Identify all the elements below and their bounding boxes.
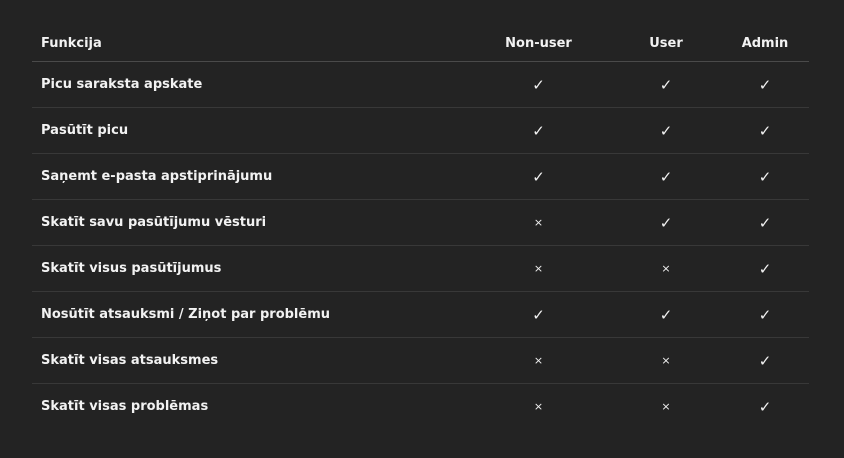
user-mark: ✓: [659, 213, 673, 232]
nonuser-mark: ✓: [532, 305, 545, 324]
user-mark: ✓: [659, 121, 673, 140]
column-header-admin: Admin: [741, 36, 789, 51]
table-row: Skatīt savu pasūtījumu vēsturi × ✓ ✓: [32, 200, 809, 246]
admin-cell: ✓: [687, 398, 809, 416]
table-row: Picu saraksta apskate ✓ ✓ ✓: [32, 62, 809, 108]
table-row: Saņemt e-pasta apstiprinājumu ✓ ✓ ✓: [32, 154, 809, 200]
admin-mark: ✓: [758, 397, 772, 416]
row-label: Skatīt savu pasūtījumu vēsturi: [41, 215, 267, 230]
admin-mark: ✓: [758, 259, 772, 278]
user-cell: ✓: [645, 76, 687, 94]
row-label: Nosūtīt atsauksmi / Ziņot par problēmu: [41, 307, 331, 322]
nonuser-cell: ✓: [432, 168, 645, 186]
nonuser-cell: ×: [432, 261, 645, 276]
admin-cell: ✓: [687, 122, 809, 140]
nonuser-mark: ×: [533, 354, 544, 367]
admin-cell: ✓: [687, 306, 809, 324]
user-cell: ×: [645, 261, 687, 276]
admin-cell: ✓: [687, 352, 809, 370]
row-label: Skatīt visas problēmas: [41, 399, 209, 414]
nonuser-mark: ✓: [532, 167, 545, 186]
table-header-row: Funkcija Non-user User Admin: [32, 26, 809, 62]
column-header-nonuser: Non-user: [505, 36, 572, 51]
nonuser-mark: ✓: [532, 121, 545, 140]
table-row: Skatīt visas atsauksmes × × ✓: [32, 338, 809, 384]
nonuser-cell: ✓: [432, 306, 645, 324]
nonuser-mark: ✓: [532, 75, 545, 94]
user-cell: ✓: [645, 306, 687, 324]
user-mark: ×: [661, 354, 671, 367]
user-cell: ✓: [645, 214, 687, 232]
row-label: Skatīt visus pasūtījumus: [41, 261, 222, 276]
table-row: Pasūtīt picu ✓ ✓ ✓: [32, 108, 809, 154]
user-mark: ✓: [659, 167, 673, 186]
nonuser-cell: ✓: [432, 76, 645, 94]
admin-mark: ✓: [758, 167, 772, 186]
user-cell: ×: [645, 353, 687, 368]
nonuser-cell: ✓: [432, 122, 645, 140]
nonuser-mark: ×: [533, 400, 544, 413]
admin-mark: ✓: [758, 305, 772, 324]
user-mark: ×: [661, 262, 671, 275]
nonuser-cell: ×: [432, 353, 645, 368]
nonuser-cell: ×: [432, 399, 645, 414]
nonuser-mark: ×: [533, 262, 544, 275]
admin-cell: ✓: [687, 214, 809, 232]
admin-mark: ✓: [758, 121, 772, 140]
user-cell: ×: [645, 399, 687, 414]
user-mark: ×: [661, 400, 671, 413]
user-cell: ✓: [645, 168, 687, 186]
table-row: Skatīt visas problēmas × × ✓: [32, 384, 809, 429]
row-label: Picu saraksta apskate: [41, 77, 203, 92]
admin-mark: ✓: [758, 75, 772, 94]
admin-cell: ✓: [687, 76, 809, 94]
column-header-user: User: [649, 36, 683, 51]
admin-mark: ✓: [758, 213, 772, 232]
admin-cell: ✓: [687, 260, 809, 278]
row-label: Skatīt visas atsauksmes: [41, 353, 219, 368]
user-mark: ✓: [659, 305, 673, 324]
row-label: Saņemt e-pasta apstiprinājumu: [41, 169, 273, 184]
admin-cell: ✓: [687, 168, 809, 186]
table-row: Nosūtīt atsauksmi / Ziņot par problēmu ✓…: [32, 292, 809, 338]
column-header-function: Funkcija: [41, 36, 102, 51]
user-cell: ✓: [645, 122, 687, 140]
permissions-table: Funkcija Non-user User Admin Picu saraks…: [32, 26, 809, 429]
nonuser-mark: ×: [533, 216, 544, 229]
row-label: Pasūtīt picu: [41, 123, 129, 138]
admin-mark: ✓: [758, 351, 772, 370]
nonuser-cell: ×: [432, 215, 645, 230]
table-row: Skatīt visus pasūtījumus × × ✓: [32, 246, 809, 292]
user-mark: ✓: [659, 75, 673, 94]
